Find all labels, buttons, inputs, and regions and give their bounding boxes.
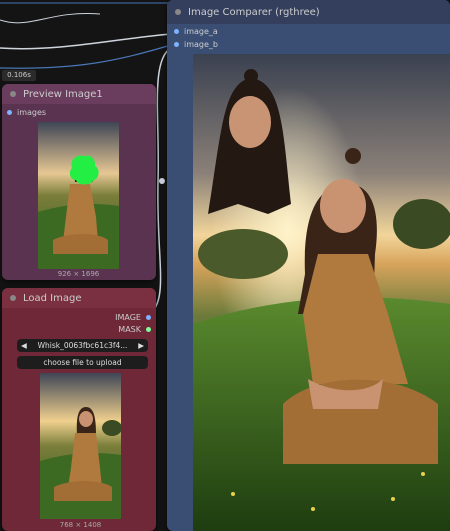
node-collapse-dot-icon[interactable]: [10, 91, 16, 97]
node-collapse-dot-icon[interactable]: [175, 9, 181, 15]
preview-image-dimensions: 926 × 1696: [57, 270, 100, 278]
image-filename-combo[interactable]: ◀ Whisk_0063fbc61c3f4... ▶: [17, 339, 148, 352]
input-socket-icon[interactable]: [174, 29, 179, 34]
output-slot-mask[interactable]: MASK: [118, 325, 156, 334]
preview-image-node[interactable]: Preview Image1 images 926 × 1696: [2, 84, 156, 280]
preview-image-title-bar[interactable]: Preview Image1: [2, 84, 156, 104]
input-slot-image-b[interactable]: image_b: [169, 40, 218, 49]
input-label-image-a: image_a: [184, 27, 218, 36]
node-collapse-dot-icon[interactable]: [10, 295, 16, 301]
input-label-images: images: [17, 108, 47, 117]
choose-file-button[interactable]: choose file to upload: [17, 356, 148, 369]
comparison-image-art: [193, 54, 450, 531]
preview-image-thumbnail[interactable]: [38, 122, 119, 269]
input-socket-icon[interactable]: [7, 110, 12, 115]
load-image-node[interactable]: Load Image IMAGE MASK ◀ Whisk_0063fbc61c…: [2, 288, 156, 531]
comparison-image[interactable]: [193, 54, 450, 531]
execution-time-badge: 0.106s: [2, 70, 36, 81]
image-comparer-node[interactable]: Image Comparer (rgthree) image_a image_b: [167, 0, 450, 531]
input-slot-image-a[interactable]: image_a: [169, 27, 218, 36]
input-label-image-b: image_b: [184, 40, 218, 49]
output-socket-icon[interactable]: [146, 327, 151, 332]
load-image-title-bar[interactable]: Load Image: [2, 288, 156, 308]
load-image-title: Load Image: [23, 292, 82, 304]
input-slot-images[interactable]: images: [2, 108, 46, 117]
triangle-left-icon[interactable]: ◀: [21, 341, 27, 350]
image-comparer-title: Image Comparer (rgthree): [188, 6, 320, 18]
output-label-mask: MASK: [118, 325, 141, 334]
load-image-dimensions: 768 × 1408: [59, 521, 102, 529]
load-image-art: [40, 373, 121, 519]
preview-image-title: Preview Image1: [23, 88, 103, 100]
output-slot-image[interactable]: IMAGE: [115, 313, 156, 322]
output-label-image: IMAGE: [115, 313, 141, 322]
choose-file-label: choose file to upload: [43, 358, 122, 367]
preview-image-art: [38, 122, 119, 269]
image-comparer-title-bar[interactable]: Image Comparer (rgthree): [167, 0, 450, 24]
triangle-right-icon[interactable]: ▶: [138, 341, 144, 350]
input-socket-icon[interactable]: [174, 42, 179, 47]
image-filename: Whisk_0063fbc61c3f4...: [37, 341, 128, 350]
load-image-thumbnail[interactable]: [40, 373, 121, 519]
output-socket-icon[interactable]: [146, 315, 151, 320]
